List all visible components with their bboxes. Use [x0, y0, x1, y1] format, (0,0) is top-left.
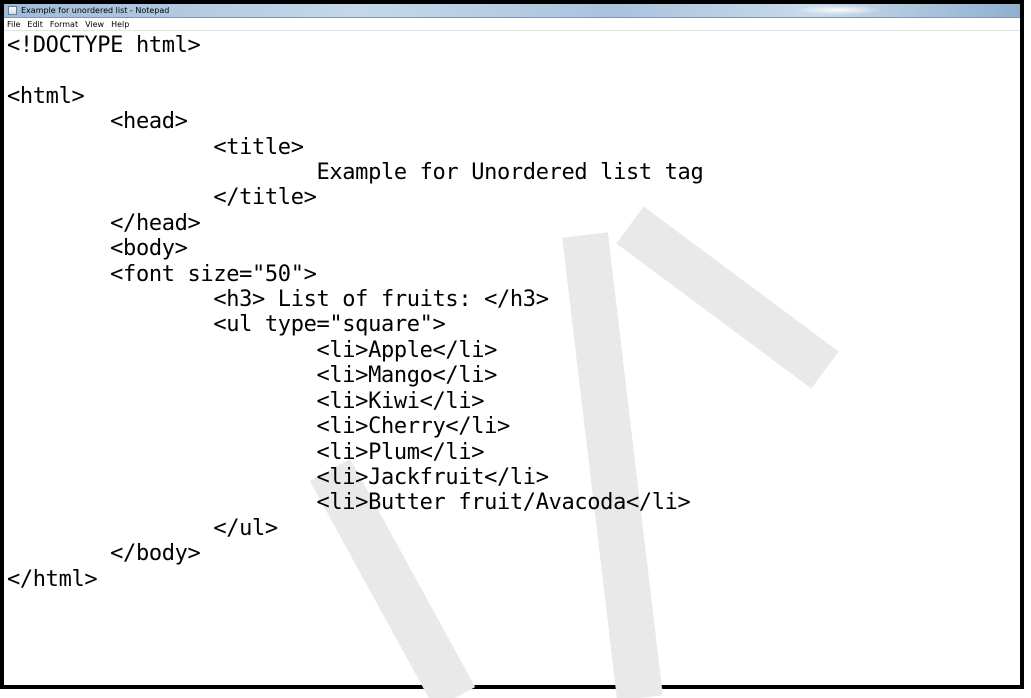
code-line: </ul> — [7, 515, 278, 541]
code-line: <h3> List of fruits: </h3> — [7, 287, 549, 313]
title-bar[interactable]: Example for unordered list - Notepad — [4, 4, 1020, 18]
code-line: <body> — [7, 236, 188, 262]
code-line: Example for Unordered list tag — [7, 160, 704, 186]
code-line: <li>Jackfruit</li> — [7, 464, 549, 490]
code-line: <li>Mango</li> — [7, 363, 498, 389]
menu-file[interactable]: File — [7, 19, 20, 30]
code-line: <li>Kiwi</li> — [7, 388, 485, 414]
code-line: <li>Butter fruit/Avacoda</li> — [7, 490, 691, 516]
code-line: <title> — [7, 134, 304, 160]
menu-edit[interactable]: Edit — [27, 19, 43, 30]
menu-view[interactable]: View — [85, 19, 104, 30]
code-line: </body> — [7, 541, 201, 567]
window-title: Example for unordered list - Notepad — [21, 5, 170, 15]
code-line: <ul type="square"> — [7, 312, 446, 338]
code-line: </title> — [7, 185, 317, 211]
code-line: <html> — [7, 83, 85, 109]
code-line: <!DOCTYPE html> — [7, 33, 201, 58]
code-line: </html> — [7, 566, 98, 592]
code-line: <font size="50"> — [7, 261, 317, 287]
editor-text[interactable]: <!DOCTYPE html>​<html> <head> <title> Ex… — [4, 31, 1020, 592]
notepad-icon — [8, 6, 17, 15]
text-editor[interactable]: <!DOCTYPE html>​<html> <head> <title> Ex… — [4, 31, 1020, 681]
code-line: <head> — [7, 109, 188, 135]
menu-help[interactable]: Help — [111, 19, 129, 30]
notepad-window: Example for unordered list - Notepad Fil… — [0, 0, 1024, 689]
code-line: </head> — [7, 210, 201, 236]
code-line: <li>Apple</li> — [7, 337, 498, 363]
menu-format[interactable]: Format — [50, 19, 78, 30]
menu-bar: File Edit Format View Help — [4, 18, 1020, 31]
code-line: ​ — [7, 58, 1020, 83]
code-line: <li>Cherry</li> — [7, 414, 510, 440]
code-line: <li>Plum</li> — [7, 439, 485, 465]
